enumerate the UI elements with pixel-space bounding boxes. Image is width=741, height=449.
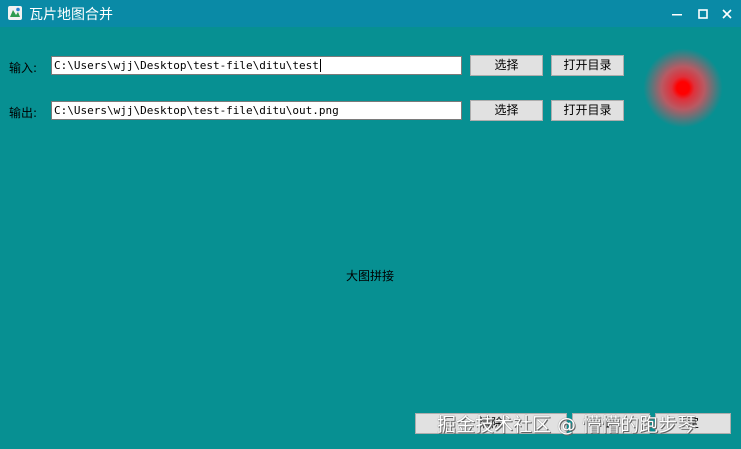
output-path-value: C:\Users\wjj\Desktop\test-file\ditu\out.…: [54, 104, 339, 117]
status-dot-icon: [643, 48, 723, 128]
output-open-dir-button[interactable]: 打开目录: [551, 100, 624, 121]
input-open-dir-button[interactable]: 打开目录: [551, 55, 624, 76]
confirm-button[interactable]: 定: [655, 413, 731, 434]
text-caret: [319, 59, 321, 72]
maximize-icon: [698, 8, 708, 19]
merge-status-label: 大图拼接: [346, 269, 395, 283]
close-button[interactable]: [712, 0, 741, 27]
clear-button[interactable]: 清除: [415, 413, 567, 434]
minimize-icon: [672, 13, 682, 15]
input-label: 输入:: [9, 61, 38, 75]
window-title: 瓦片地图合并: [29, 7, 113, 23]
output-label: 输出:: [9, 106, 38, 120]
close-icon: [722, 8, 732, 19]
output-select-button[interactable]: 选择: [470, 100, 543, 121]
title-bar[interactable]: 瓦片地图合并: [0, 0, 741, 27]
input-select-button[interactable]: 选择: [470, 55, 543, 76]
input-path-value: C:\Users\wjj\Desktop\test-file\ditu\test: [54, 59, 319, 72]
app-map-icon: [8, 6, 22, 20]
output-path-field[interactable]: C:\Users\wjj\Desktop\test-file\ditu\out.…: [51, 101, 462, 120]
stop-button[interactable]: 止: [572, 413, 650, 434]
input-path-field[interactable]: C:\Users\wjj\Desktop\test-file\ditu\test: [51, 56, 462, 75]
